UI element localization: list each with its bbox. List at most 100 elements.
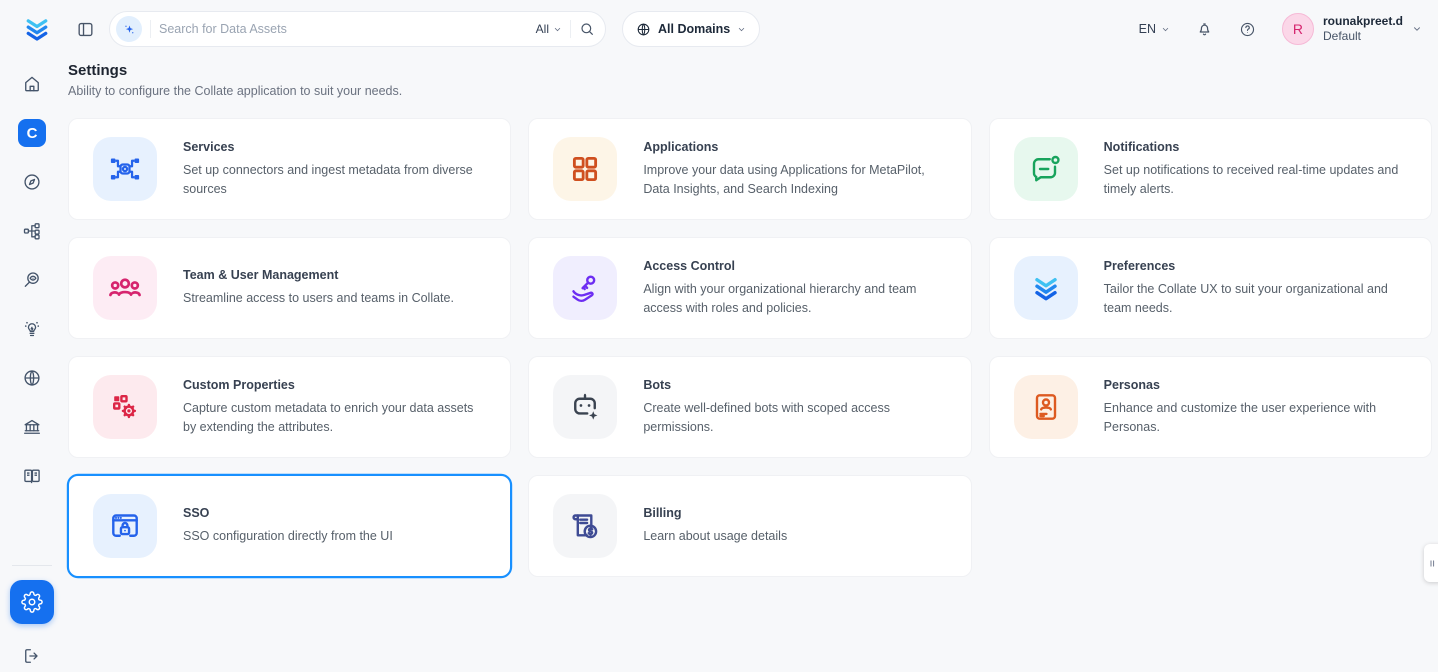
settings-card-applications[interactable]: Applications Improve your data using App… (528, 118, 971, 220)
card-description: Improve your data using Applications for… (643, 161, 946, 199)
card-title: Personas (1104, 378, 1407, 392)
logout-button[interactable] (22, 646, 42, 666)
sidebar-item-explore[interactable] (14, 164, 50, 200)
chevron-down-icon (553, 25, 562, 34)
preferences-collate-icon (1014, 256, 1078, 320)
card-title: Notifications (1104, 140, 1407, 154)
language-dropdown[interactable]: EN (1139, 22, 1170, 36)
ai-sparkle-icon[interactable] (116, 16, 142, 42)
topbar: All All Domains EN (0, 0, 1438, 58)
card-title: Services (183, 140, 486, 154)
sidebar-item-home[interactable] (14, 66, 50, 102)
left-sidebar: C (0, 58, 64, 672)
sidebar-item-knowledge[interactable] (14, 458, 50, 494)
settings-card-sso[interactable]: SSO SSO configuration directly from the … (68, 475, 511, 577)
user-team: Default (1323, 29, 1403, 44)
card-title: Team & User Management (183, 268, 454, 282)
card-description: SSO configuration directly from the UI (183, 527, 393, 546)
collate-logo-icon[interactable] (20, 12, 54, 46)
global-search-bar[interactable]: All (109, 11, 606, 47)
sidebar-item-insights[interactable] (14, 311, 50, 347)
bots-icon (553, 375, 617, 439)
search-icon[interactable] (579, 21, 595, 37)
language-label: EN (1139, 22, 1156, 36)
card-title: Bots (643, 378, 946, 392)
card-description: Capture custom metadata to enrich your d… (183, 399, 486, 437)
settings-card-preferences[interactable]: Preferences Tailor the Collate UX to sui… (989, 237, 1432, 339)
user-name: rounakpreet.d (1323, 14, 1403, 29)
sidebar-item-metapilot[interactable]: C (18, 119, 46, 147)
sso-icon (93, 494, 157, 558)
card-title: Applications (643, 140, 946, 154)
main-content: Settings Ability to configure the Collat… (64, 58, 1438, 672)
explore-compass-icon (22, 172, 42, 192)
card-title: Billing (643, 506, 787, 520)
access-control-icon (553, 256, 617, 320)
sidebar-item-observability[interactable] (14, 262, 50, 298)
user-menu[interactable]: R rounakpreet.d Default (1282, 13, 1422, 45)
card-description: Learn about usage details (643, 527, 787, 546)
settings-card-billing[interactable]: Billing Learn about usage details (528, 475, 971, 577)
settings-card-bots[interactable]: Bots Create well-defined bots with scope… (528, 356, 971, 458)
widget-grip-icon (1428, 559, 1437, 568)
help-widget-handle[interactable] (1424, 544, 1438, 582)
card-description: Create well-defined bots with scoped acc… (643, 399, 946, 437)
settings-gear-icon (21, 591, 43, 613)
govern-bank-icon (22, 417, 42, 437)
notifications-card-icon (1014, 137, 1078, 201)
card-description: Align with your organizational hierarchy… (643, 280, 946, 318)
card-title: SSO (183, 506, 393, 520)
settings-card-team-user-management[interactable]: Team & User Management Streamline access… (68, 237, 511, 339)
chevron-down-icon (1161, 25, 1170, 34)
card-title: Access Control (643, 259, 946, 273)
divider (150, 20, 151, 38)
page-subtitle: Ability to configure the Collate applica… (68, 84, 1432, 98)
logout-icon (22, 646, 42, 666)
card-description: Streamline access to users and teams in … (183, 289, 454, 308)
chevron-down-icon (737, 25, 746, 34)
lineage-icon (22, 221, 42, 241)
settings-card-grid: Services Set up connectors and ingest me… (68, 118, 1432, 577)
custom-properties-icon (93, 375, 157, 439)
avatar-initial: R (1293, 21, 1303, 37)
notifications-bell-icon[interactable] (1196, 21, 1213, 38)
divider (12, 565, 52, 566)
team-users-icon (93, 256, 157, 320)
card-description: Tailor the Collate UX to suit your organ… (1104, 280, 1407, 318)
page-title: Settings (68, 62, 1432, 79)
applications-icon (553, 137, 617, 201)
all-domains-button[interactable]: All Domains (622, 11, 760, 47)
services-icon (93, 137, 157, 201)
avatar: R (1282, 13, 1314, 45)
card-description: Set up connectors and ingest metadata fr… (183, 161, 486, 199)
knowledge-book-icon (22, 466, 42, 486)
chevron-down-icon (1412, 24, 1422, 34)
observability-icon (22, 270, 42, 290)
settings-card-services[interactable]: Services Set up connectors and ingest me… (68, 118, 511, 220)
insights-bulb-icon (22, 319, 42, 339)
settings-card-custom-properties[interactable]: Custom Properties Capture custom metadat… (68, 356, 511, 458)
search-scope-label: All (536, 22, 549, 36)
card-title: Preferences (1104, 259, 1407, 273)
settings-card-personas[interactable]: Personas Enhance and customize the user … (989, 356, 1432, 458)
search-input[interactable] (159, 22, 528, 36)
domains-globe-icon (22, 368, 42, 388)
sidebar-item-lineage[interactable] (14, 213, 50, 249)
help-icon[interactable] (1239, 21, 1256, 38)
settings-card-notifications[interactable]: Notifications Set up notifications to re… (989, 118, 1432, 220)
billing-icon (553, 494, 617, 558)
home-icon (22, 74, 42, 94)
globe-icon (636, 22, 651, 37)
card-title: Custom Properties (183, 378, 486, 392)
card-description: Set up notifications to received real-ti… (1104, 161, 1407, 199)
sidebar-item-domains[interactable] (14, 360, 50, 396)
all-domains-label: All Domains (658, 22, 730, 36)
divider (570, 20, 571, 38)
sidebar-item-settings[interactable] (10, 580, 54, 624)
settings-card-access-control[interactable]: Access Control Align with your organizat… (528, 237, 971, 339)
card-description: Enhance and customize the user experienc… (1104, 399, 1407, 437)
search-scope-dropdown[interactable]: All (536, 22, 562, 36)
metapilot-app-icon: C (27, 125, 38, 142)
sidebar-toggle-icon[interactable] (76, 20, 95, 39)
sidebar-item-govern[interactable] (14, 409, 50, 445)
